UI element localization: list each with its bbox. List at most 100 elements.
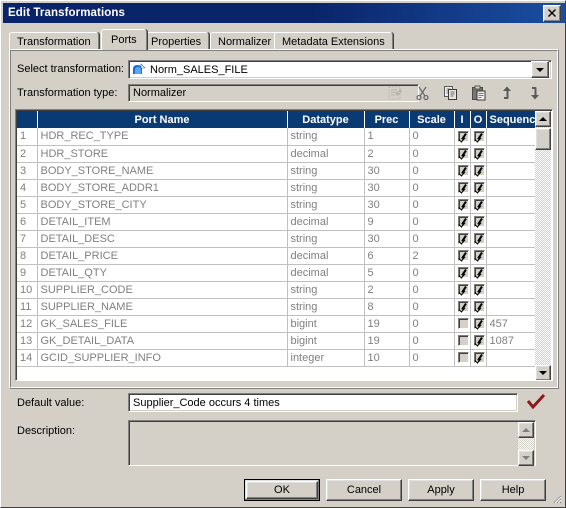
scale-cell[interactable]: 0	[409, 298, 455, 316]
port-name-cell[interactable]: GK_DETAIL_DATA	[37, 332, 288, 350]
checkbox-checked-icon[interactable]	[458, 148, 469, 160]
checkbox-checked-icon[interactable]	[474, 130, 485, 142]
cut-icon[interactable]	[414, 84, 432, 102]
checkbox-checked-icon[interactable]	[474, 165, 485, 177]
row-number-cell[interactable]: 2	[17, 145, 38, 163]
column-header-datatype[interactable]: Datatype	[287, 111, 365, 128]
checkbox-checked-icon[interactable]	[458, 267, 469, 279]
checkbox-checked-icon[interactable]	[474, 199, 485, 211]
datatype-cell[interactable]: string	[287, 230, 365, 248]
scale-cell[interactable]: 0	[409, 128, 455, 146]
sequence-cell[interactable]	[486, 196, 539, 214]
row-number-cell[interactable]: 7	[17, 230, 38, 248]
scale-cell[interactable]: 0	[409, 315, 455, 333]
chevron-down-icon[interactable]	[531, 61, 549, 78]
table-row[interactable]: 12 GK_SALES_FILE bigint 19 0 457	[17, 315, 539, 333]
prec-cell[interactable]: 9	[364, 213, 410, 231]
checkbox-checked-icon[interactable]	[474, 148, 485, 160]
output-checkbox[interactable]	[470, 281, 487, 299]
table-row[interactable]: 5 BODY_STORE_CITY string 30 0	[17, 196, 539, 214]
description-scrollbar[interactable]	[518, 422, 534, 466]
checkbox-checked-icon[interactable]	[474, 182, 485, 194]
table-row[interactable]: 14 GCID_SUPPLIER_INFO integer 10 0	[17, 349, 539, 367]
table-row[interactable]: 10 SUPPLIER_CODE string 2 0	[17, 280, 539, 299]
port-name-cell[interactable]: SUPPLIER_NAME	[37, 298, 288, 316]
checkbox-checked-icon[interactable]	[474, 233, 485, 245]
input-checkbox[interactable]	[454, 128, 471, 146]
sequence-cell[interactable]: 1087	[486, 332, 539, 350]
scale-cell[interactable]: 0	[409, 264, 455, 282]
table-row[interactable]: 3 BODY_STORE_NAME string 30 0	[17, 162, 539, 180]
prec-cell[interactable]: 30	[364, 230, 410, 248]
checkbox-checked-icon[interactable]	[474, 284, 485, 296]
prec-cell[interactable]: 5	[364, 264, 410, 282]
column-header-i[interactable]: I	[454, 111, 471, 128]
port-name-cell[interactable]: HDR_STORE	[37, 145, 288, 163]
row-number-cell[interactable]: 12	[17, 315, 38, 333]
checkbox-checked-icon[interactable]	[474, 335, 485, 347]
column-header-scale[interactable]: Scale	[409, 111, 455, 128]
table-row[interactable]: 11 SUPPLIER_NAME string 8 0	[17, 298, 539, 316]
scrollbar-track[interactable]	[535, 127, 551, 365]
scale-cell[interactable]: 0	[409, 230, 455, 248]
tab-transformation[interactable]: Transformation	[9, 32, 99, 50]
row-number-cell[interactable]: 11	[17, 298, 38, 316]
checkbox-checked-icon[interactable]	[474, 301, 485, 313]
checkbox-unchecked-icon[interactable]	[458, 352, 469, 364]
scroll-up-button[interactable]	[535, 111, 551, 127]
row-number-cell[interactable]: 9	[17, 264, 38, 282]
ok-button[interactable]: OK	[244, 479, 320, 501]
row-number-cell[interactable]: 4	[17, 179, 38, 197]
prec-cell[interactable]: 2	[364, 281, 410, 299]
sequence-cell[interactable]	[486, 264, 539, 282]
table-row[interactable]: 4 BODY_STORE_ADDR1 string 30 0	[17, 179, 539, 197]
column-header-o[interactable]: O	[470, 111, 487, 128]
checkbox-unchecked-icon[interactable]	[458, 335, 469, 347]
table-row[interactable]: 13 GK_DETAIL_DATA bigint 19 0 1087	[17, 332, 539, 350]
default-value-input[interactable]: Supplier_Code occurs 4 times	[128, 393, 518, 412]
prec-cell[interactable]: 1	[364, 128, 410, 146]
prec-cell[interactable]: 10	[364, 349, 410, 367]
description-textarea[interactable]	[128, 420, 536, 466]
sequence-cell[interactable]: 457	[486, 315, 539, 333]
sequence-cell[interactable]	[486, 349, 539, 367]
checkbox-checked-icon[interactable]	[474, 352, 485, 364]
datatype-cell[interactable]: integer	[287, 349, 365, 367]
ports-grid[interactable]: Port Name Datatype Prec Scale I O Sequen…	[15, 109, 553, 381]
sequence-cell[interactable]	[486, 247, 539, 265]
output-checkbox[interactable]	[470, 196, 487, 214]
checkbox-checked-icon[interactable]	[474, 216, 485, 228]
description-scrollbar-track[interactable]	[518, 438, 534, 450]
close-icon[interactable]	[543, 4, 561, 22]
column-header-prec[interactable]: Prec	[364, 111, 410, 128]
input-checkbox[interactable]	[454, 247, 471, 265]
table-row[interactable]: 9 DETAIL_QTY decimal 5 0	[17, 264, 539, 282]
row-number-cell[interactable]: 8	[17, 247, 38, 265]
table-row[interactable]: 1 HDR_REC_TYPE string 1 0	[17, 128, 539, 146]
input-checkbox[interactable]	[454, 179, 471, 197]
input-checkbox[interactable]	[454, 332, 471, 350]
checkbox-checked-icon[interactable]	[458, 301, 469, 313]
tab-ports[interactable]: Ports	[101, 29, 147, 50]
port-name-cell[interactable]: BODY_STORE_NAME	[37, 162, 288, 180]
datatype-cell[interactable]: bigint	[287, 332, 365, 350]
grid-vertical-scrollbar[interactable]	[535, 111, 551, 380]
checkbox-unchecked-icon[interactable]	[458, 318, 469, 330]
output-checkbox[interactable]	[470, 315, 487, 333]
datatype-cell[interactable]: string	[287, 179, 365, 197]
checkbox-checked-icon[interactable]	[458, 233, 469, 245]
output-checkbox[interactable]	[470, 179, 487, 197]
sequence-cell[interactable]	[486, 298, 539, 316]
input-checkbox[interactable]	[454, 298, 471, 316]
checkbox-checked-icon[interactable]	[458, 250, 469, 262]
cancel-button[interactable]: Cancel	[326, 479, 402, 501]
sequence-cell[interactable]	[486, 281, 539, 299]
move-down-icon[interactable]	[526, 84, 544, 102]
port-name-cell[interactable]: DETAIL_PRICE	[37, 247, 288, 265]
sequence-cell[interactable]	[486, 213, 539, 231]
input-checkbox[interactable]	[454, 230, 471, 248]
datatype-cell[interactable]: string	[287, 162, 365, 180]
output-checkbox[interactable]	[470, 332, 487, 350]
description-scroll-down-button[interactable]	[518, 450, 534, 466]
scale-cell[interactable]: 2	[409, 247, 455, 265]
